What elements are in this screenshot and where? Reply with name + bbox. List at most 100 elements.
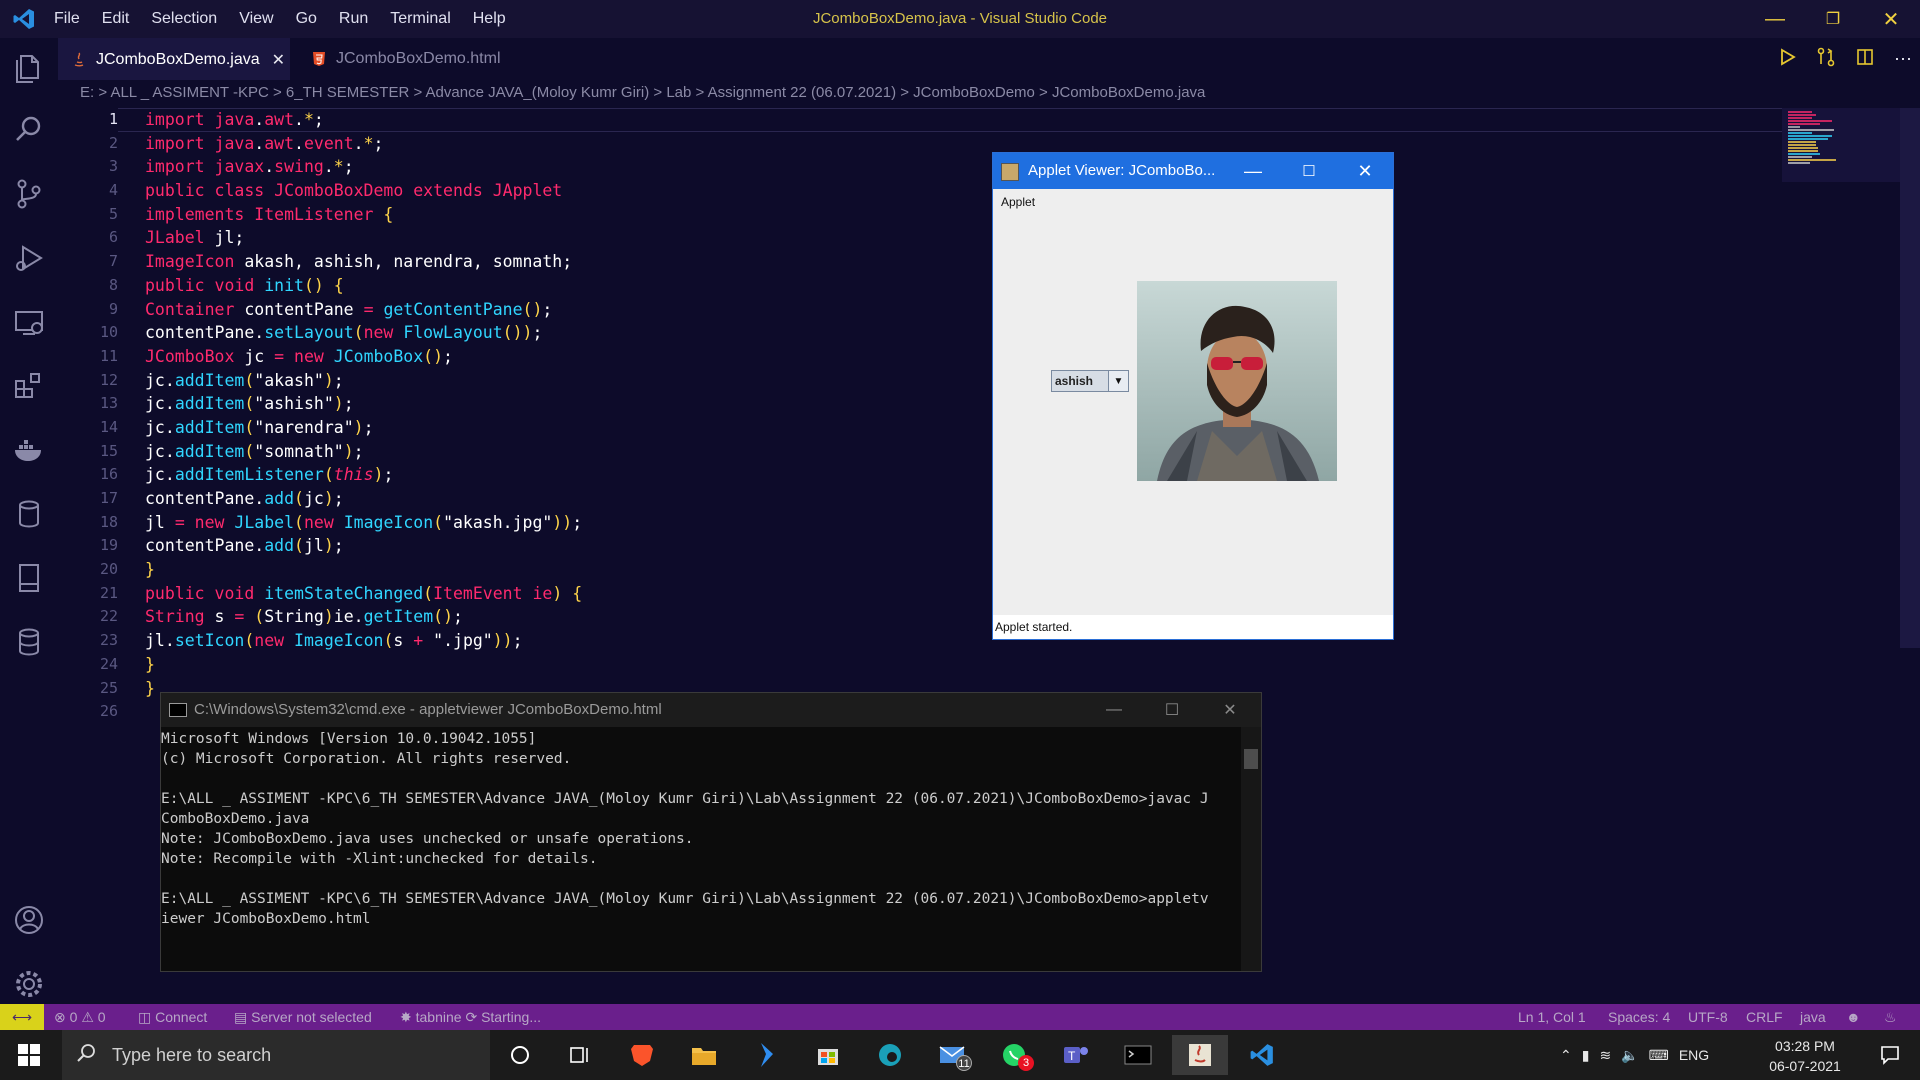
cmd-maximize-button[interactable]: ☐	[1143, 693, 1201, 727]
start-button[interactable]	[0, 1030, 58, 1080]
remote-explorer-icon[interactable]	[11, 304, 47, 340]
server-icon: ▤	[234, 1009, 248, 1025]
keyboard-icon[interactable]: ⌨	[1649, 1047, 1669, 1064]
run-debug-icon[interactable]	[11, 240, 47, 276]
menu-bar: File Edit Selection View Go Run Terminal…	[54, 0, 506, 38]
command-prompt-icon[interactable]	[1110, 1035, 1166, 1075]
tabnine-item[interactable]: ✸ tabnine ⟳ Starting...	[400, 1004, 541, 1030]
explorer-icon[interactable]	[11, 50, 47, 86]
code-line: jc.addItem("somnath");	[145, 441, 364, 461]
server-item[interactable]: ▤ Server not selected	[234, 1004, 372, 1030]
taskbar-search-box[interactable]: Type here to search	[62, 1030, 490, 1080]
feedback-icon[interactable]: ☻	[1846, 1004, 1861, 1030]
applet-menu[interactable]: Applet	[1001, 195, 1035, 209]
chevron-down-icon[interactable]: ▼	[1108, 371, 1128, 391]
applet-title-bar[interactable]: Applet Viewer: JComboBo... — ☐ ✕	[993, 153, 1393, 189]
mail-icon[interactable]: 11	[924, 1035, 980, 1075]
whatsapp-icon[interactable]: 3	[986, 1035, 1042, 1075]
activity-bar	[0, 38, 58, 1004]
cortana-icon[interactable]	[492, 1035, 548, 1075]
encoding[interactable]: UTF-8	[1688, 1004, 1728, 1030]
close-tab-icon[interactable]: ✕	[272, 50, 285, 70]
minimap[interactable]	[1782, 108, 1902, 182]
vscode-icon[interactable]	[1234, 1035, 1290, 1075]
minimize-button[interactable]: —	[1746, 0, 1804, 38]
cmd-minimize-button[interactable]: —	[1085, 693, 1143, 727]
menu-file[interactable]: File	[54, 10, 80, 28]
compare-icon[interactable]	[1816, 47, 1836, 72]
close-icon: ✕	[1882, 8, 1900, 31]
editor-scrollbar[interactable]	[1900, 108, 1920, 648]
docker-icon[interactable]	[11, 432, 47, 468]
split-editor-icon[interactable]	[1856, 48, 1874, 71]
notifications-bell-icon[interactable]: ♨	[1884, 1004, 1897, 1030]
source-control-icon[interactable]	[11, 176, 47, 212]
cmd-line	[161, 769, 1241, 789]
volume-icon[interactable]: 🔈	[1621, 1047, 1638, 1064]
remote-indicator-icon[interactable]: ⟷	[0, 1004, 44, 1030]
name-combobox[interactable]: ashish ▼	[1051, 370, 1129, 392]
cmd-title-bar[interactable]: C:\Windows\System32\cmd.exe - appletview…	[161, 693, 1261, 727]
cmd-scrollbar[interactable]	[1241, 727, 1261, 971]
menu-edit[interactable]: Edit	[102, 10, 130, 28]
java-applet-icon[interactable]	[1172, 1035, 1228, 1075]
menu-terminal[interactable]: Terminal	[390, 10, 450, 28]
close-button[interactable]: ✕	[1862, 0, 1920, 38]
line-number: 3	[108, 157, 118, 176]
code-lines[interactable]: import java.awt.*; import java.awt.event.…	[145, 108, 582, 724]
end-of-line[interactable]: CRLF	[1746, 1004, 1783, 1030]
line-number: 10	[99, 323, 118, 342]
cmd-scroll-thumb[interactable]	[1244, 749, 1258, 769]
problems-indicator[interactable]: ⊗ 0 ⚠ 0	[54, 1004, 106, 1030]
search-placeholder: Type here to search	[112, 1044, 272, 1065]
code-line: contentPane.setLayout(new FlowLayout());	[145, 323, 543, 343]
line-number: 4	[108, 181, 118, 200]
accounts-icon[interactable]	[11, 902, 47, 938]
search-icon[interactable]	[11, 112, 47, 148]
file-explorer-icon[interactable]	[676, 1035, 732, 1075]
microsoft-store-icon[interactable]	[800, 1035, 856, 1075]
menu-go[interactable]: Go	[296, 10, 317, 28]
menu-view[interactable]: View	[239, 10, 273, 28]
vscode-logo-icon	[12, 7, 36, 31]
notebook-icon[interactable]	[11, 560, 47, 596]
input-language[interactable]: ENG	[1679, 1047, 1709, 1063]
tab-jcomboboxdemo-java[interactable]: JComboBoxDemo.java ✕	[58, 38, 290, 80]
database-icon[interactable]	[11, 496, 47, 532]
action-center-icon[interactable]	[1860, 1030, 1920, 1080]
task-view-icon[interactable]	[552, 1035, 608, 1075]
applet-minimize-button[interactable]: —	[1225, 153, 1281, 189]
battery-icon[interactable]: ▮	[1582, 1047, 1590, 1064]
power-automate-icon[interactable]	[738, 1035, 794, 1075]
tab-jcomboboxdemo-html[interactable]: JComboBoxDemo.html	[298, 38, 528, 80]
indentation[interactable]: Spaces: 4	[1608, 1004, 1670, 1030]
brave-browser-icon[interactable]	[614, 1035, 670, 1075]
wifi-icon[interactable]: ≋	[1599, 1047, 1611, 1064]
error-count: 0	[69, 1009, 78, 1025]
chevron-up-icon[interactable]: ⌃	[1560, 1047, 1572, 1064]
cmd-close-button[interactable]: ✕	[1201, 693, 1259, 727]
sql-tools-icon[interactable]	[11, 624, 47, 660]
breadcrumb[interactable]: E: > ALL _ ASSIMENT -KPC > 6_TH SEMESTER…	[80, 84, 1205, 106]
restore-button[interactable]: ❐	[1804, 0, 1862, 38]
line-number: 22	[99, 607, 118, 626]
menu-help[interactable]: Help	[473, 10, 506, 28]
teams-icon[interactable]: T	[1048, 1035, 1104, 1075]
more-actions-icon[interactable]: ⋯	[1894, 49, 1912, 70]
language-mode[interactable]: java	[1800, 1004, 1826, 1030]
menu-selection[interactable]: Selection	[151, 10, 217, 28]
run-icon[interactable]	[1780, 47, 1796, 71]
menu-run[interactable]: Run	[339, 10, 368, 28]
cmd-output[interactable]: Microsoft Windows [Version 10.0.19042.10…	[161, 729, 1241, 929]
person-photo	[1137, 281, 1337, 481]
code-line: ImageIcon akash, ashish, narendra, somna…	[145, 252, 573, 272]
cursor-position[interactable]: Ln 1, Col 1	[1518, 1004, 1586, 1030]
settings-gear-icon[interactable]	[11, 966, 47, 1002]
extensions-icon[interactable]	[11, 368, 47, 404]
applet-maximize-button[interactable]: ☐	[1281, 153, 1337, 189]
edge-browser-icon[interactable]	[862, 1035, 918, 1075]
clock[interactable]: 03:28 PM 06-07-2021	[1760, 1036, 1850, 1076]
applet-close-button[interactable]: ✕	[1337, 153, 1393, 189]
connect-item[interactable]: ◫ Connect	[138, 1004, 207, 1030]
clock-date: 06-07-2021	[1769, 1058, 1841, 1074]
